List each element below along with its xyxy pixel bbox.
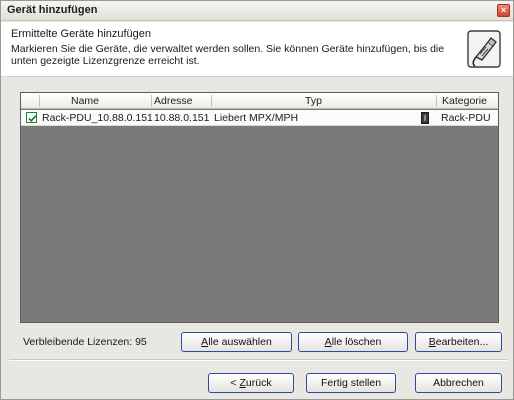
clear-all-button[interactable]: Alle löschen (298, 332, 408, 352)
edit-button[interactable]: Bearbeiten... (415, 332, 502, 352)
table-row[interactable]: Rack-PDU_10.88.0.151 10.88.0.151 Liebert… (21, 110, 498, 126)
checkmark-icon (28, 115, 37, 122)
column-header-type[interactable]: Typ (305, 93, 322, 109)
row-checkbox[interactable] (26, 112, 37, 123)
column-separator (39, 95, 40, 107)
remaining-licenses: Verbleibende Lizenzen: 95 (23, 336, 147, 348)
device-list[interactable]: Name Adresse Typ Kategorie Rack-PDU_10.8… (20, 92, 499, 323)
column-separator (151, 95, 152, 107)
cell-name: Rack-PDU_10.88.0.151 (42, 112, 153, 124)
header-title: Ermittelte Geräte hinzufügen (11, 28, 152, 40)
column-header-address[interactable]: Adresse (154, 93, 193, 109)
column-header-name[interactable]: Name (71, 93, 99, 109)
header-description: Markieren Sie die Geräte, die verwaltet … (11, 43, 445, 67)
cell-category: Rack-PDU (441, 112, 491, 124)
cancel-button[interactable]: Abbrechen (415, 373, 502, 393)
column-header-category[interactable]: Kategorie (442, 93, 487, 109)
column-separator (211, 95, 212, 107)
column-separator (436, 95, 437, 107)
select-all-button[interactable]: Alle auswählen (181, 332, 292, 352)
close-icon: × (500, 5, 507, 15)
back-button[interactable]: < Zurück (208, 373, 294, 393)
cell-address: 10.88.0.151 (154, 112, 210, 124)
pdu-device-icon (421, 112, 429, 124)
footer-divider (9, 359, 507, 361)
add-device-dialog: Gerät hinzufügen × Ermittelte Geräte hin… (0, 0, 514, 400)
list-header: Name Adresse Typ Kategorie (21, 93, 498, 109)
title-bar: Gerät hinzufügen × (1, 1, 513, 21)
network-cable-icon (467, 30, 501, 68)
finish-button[interactable]: Fertig stellen (306, 373, 396, 393)
cell-type: Liebert MPX/MPH (214, 112, 299, 124)
wizard-header: Ermittelte Geräte hinzufügen Markieren S… (1, 22, 513, 77)
window-title: Gerät hinzufügen (7, 4, 98, 16)
close-button[interactable]: × (497, 4, 510, 17)
